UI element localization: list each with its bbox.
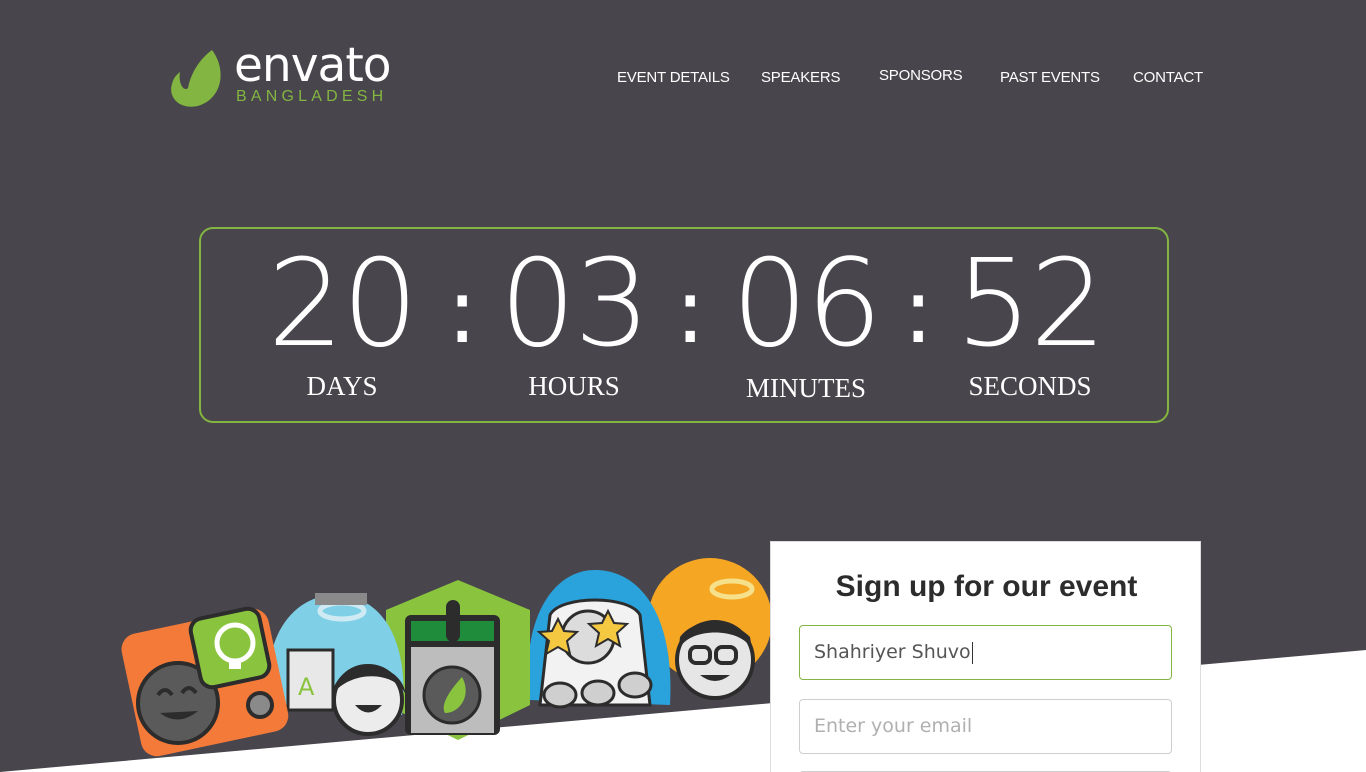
mascot-lightblue-icon: A (268, 593, 406, 736)
text-caret (971, 641, 973, 664)
mascot-orange-icon (121, 606, 289, 757)
nav-sponsors[interactable]: SPONSORS (879, 67, 963, 84)
nav-speakers[interactable]: SPEAKERS (761, 69, 840, 86)
countdown-minutes: 06 MINUTES (706, 229, 906, 404)
svg-text:A: A (298, 673, 315, 701)
separator: : (447, 259, 478, 364)
main-nav: EVENT DETAILS SPEAKERS SPONSORS PAST EVE… (0, 67, 1366, 90)
seconds-value: 52 (955, 235, 1107, 374)
countdown-seconds: 52 SECONDS (930, 229, 1130, 402)
nav-past-events[interactable]: PAST EVENTS (1000, 69, 1100, 86)
countdown-timer: 20 DAYS : 03 HOURS : 06 MINUTES : 52 SEC… (199, 227, 1169, 423)
countdown-hours: 03 HOURS (474, 229, 674, 402)
days-label: DAYS (306, 371, 378, 401)
seconds-label: SECONDS (968, 371, 1092, 401)
separator: : (903, 259, 934, 364)
nav-event-details[interactable]: EVENT DETAILS (617, 69, 730, 86)
logo-sub-text: BANGLADESH (236, 88, 388, 105)
days-value: 20 (267, 235, 419, 374)
minutes-label: MINUTES (746, 373, 866, 403)
mascot-green-icon (386, 580, 530, 740)
email-field[interactable]: Enter your email (799, 699, 1172, 754)
email-field-placeholder: Enter your email (814, 715, 973, 737)
separator: : (675, 259, 706, 364)
name-field-value: Shahriyer Shuvo (814, 641, 971, 663)
hours-value: 03 (499, 235, 651, 374)
signup-title: Sign up for our event (835, 570, 1138, 603)
signup-card: Sign up for our event Shahriyer Shuvo En… (770, 541, 1201, 772)
nav-contact[interactable]: CONTACT (1133, 69, 1203, 86)
name-field[interactable]: Shahriyer Shuvo (799, 625, 1172, 680)
hours-label: HOURS (528, 371, 620, 401)
mascot-illustration: A (121, 558, 772, 757)
mascot-blue-icon (528, 570, 671, 709)
minutes-value: 06 (731, 235, 883, 374)
countdown-days: 20 DAYS (242, 229, 442, 402)
